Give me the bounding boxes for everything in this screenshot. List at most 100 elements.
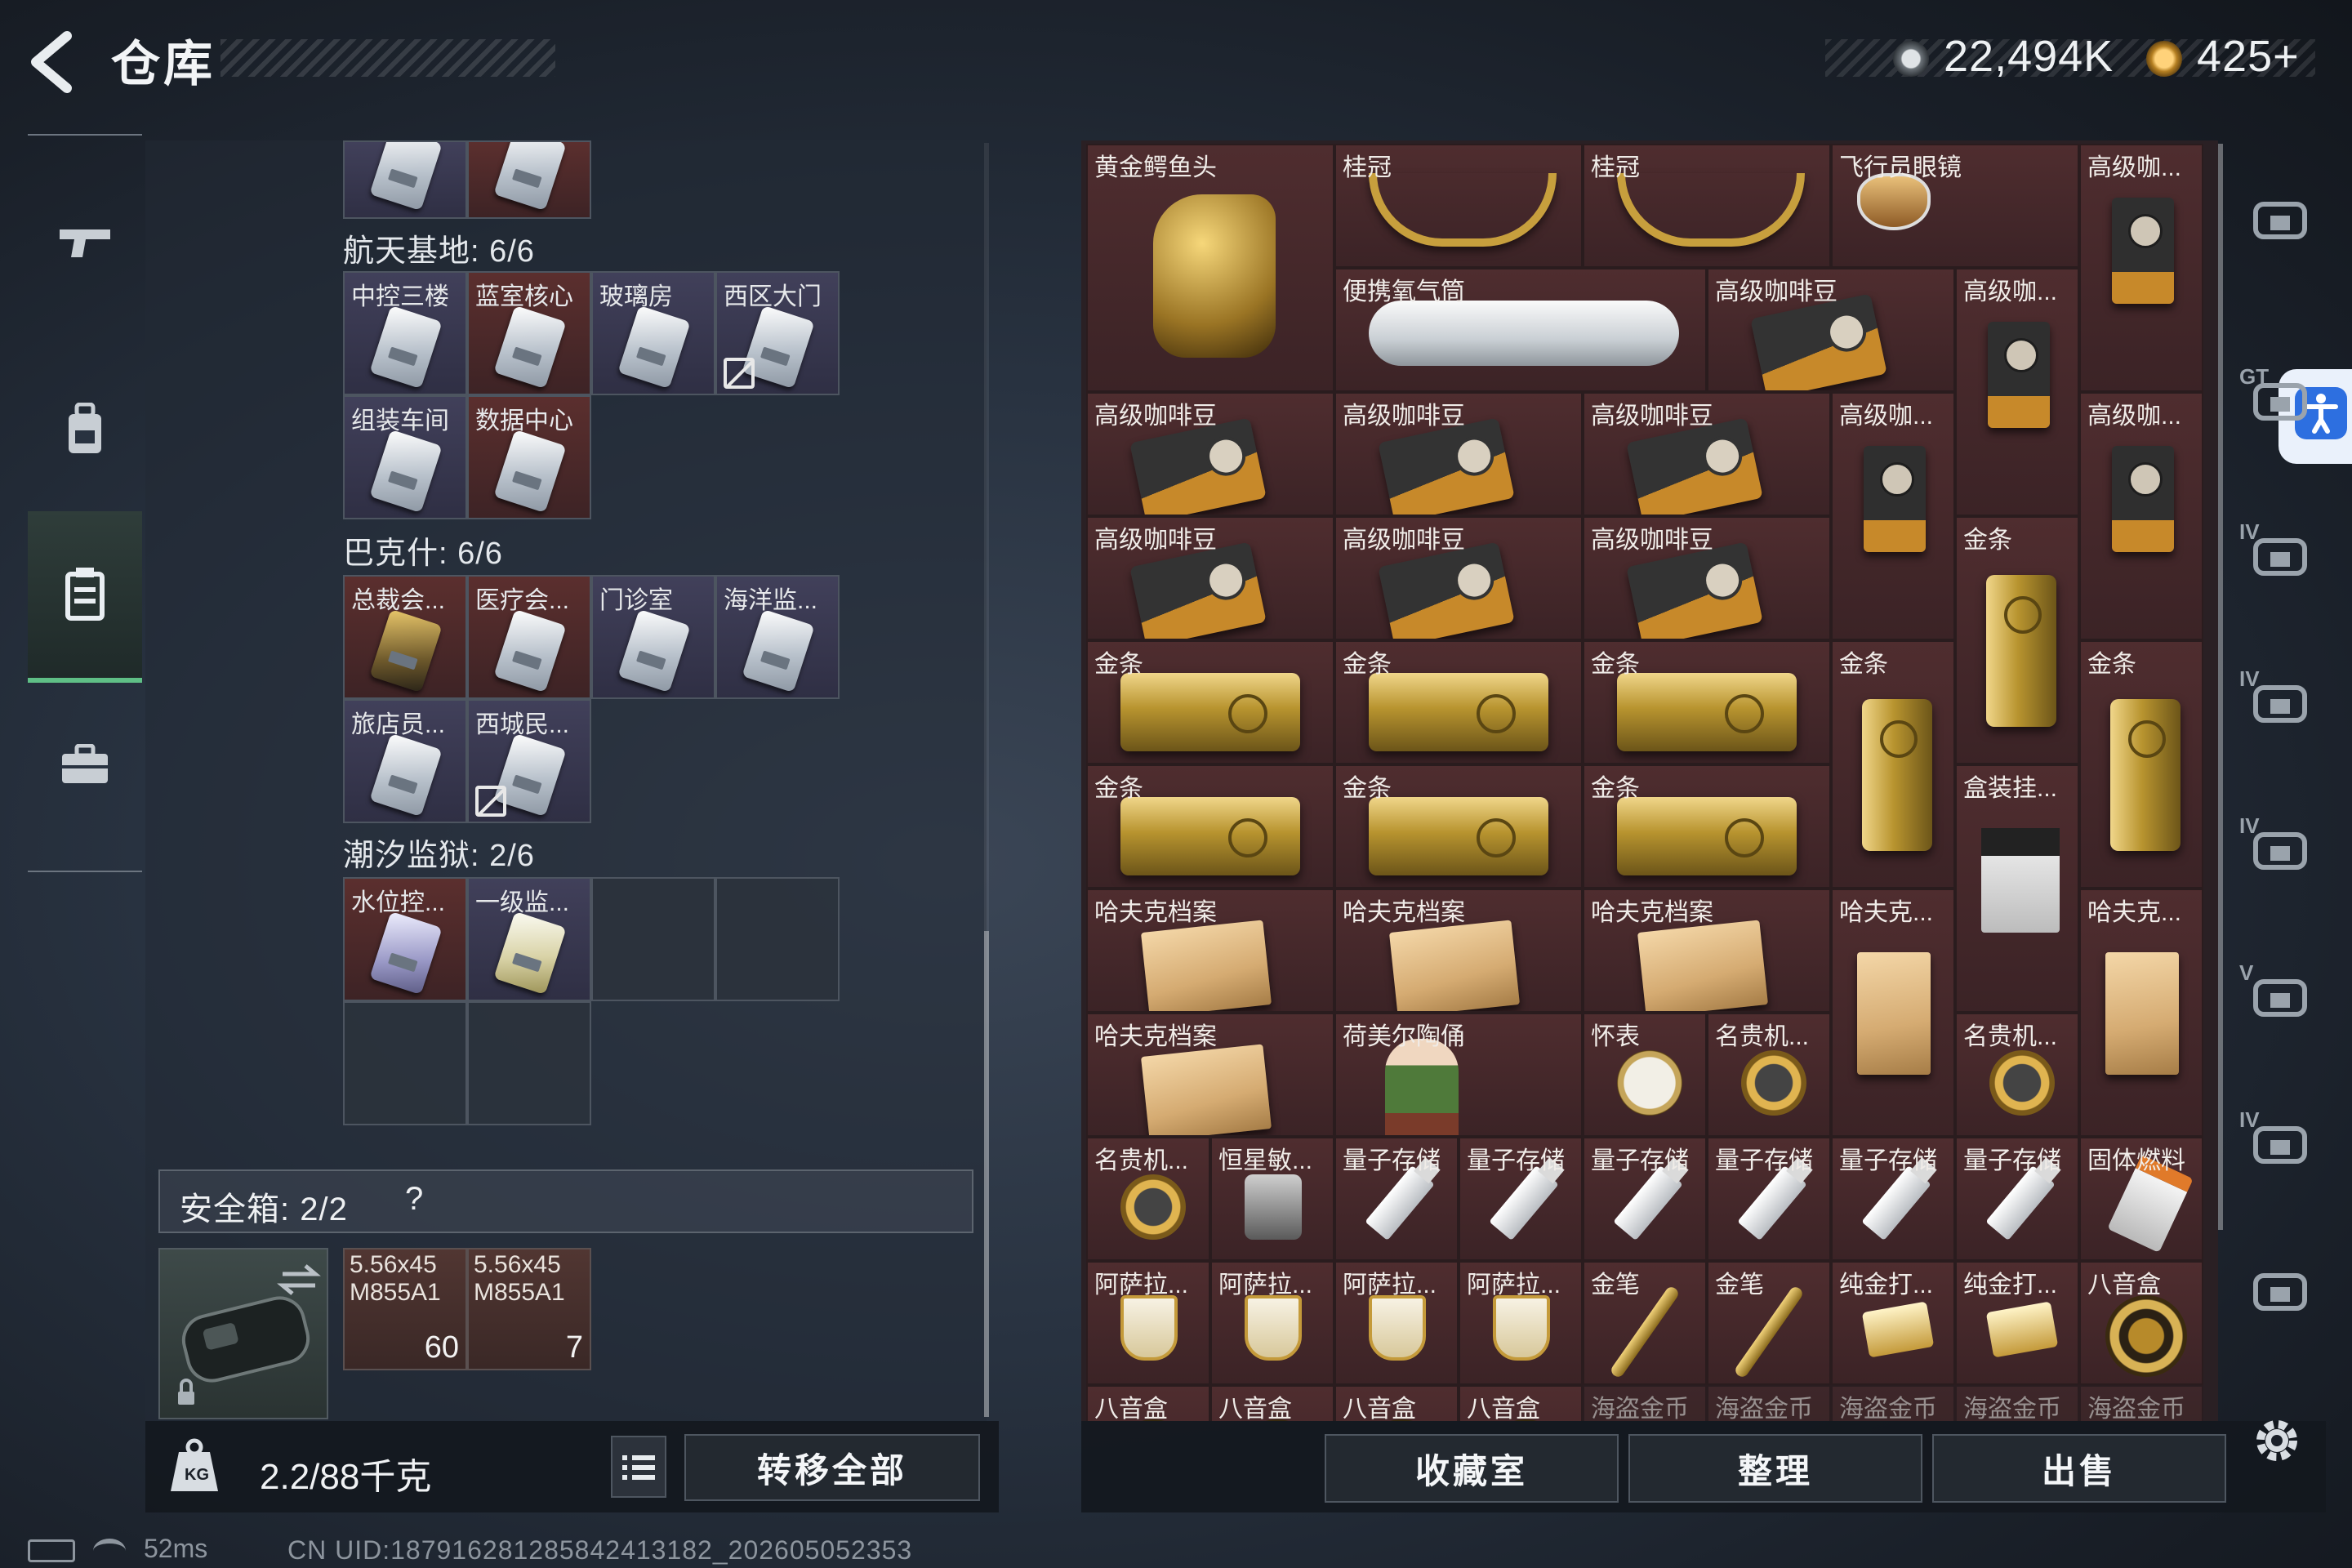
stash-item[interactable]: 海盗金币 [1955,1385,2079,1421]
sell-button[interactable]: 出售 [1932,1434,2226,1503]
sort-button[interactable]: 整理 [1628,1434,1922,1503]
stash-item[interactable]: 八音盒 [1086,1385,1210,1421]
stash-item[interactable]: 高级咖... [2079,144,2203,392]
stash-item[interactable]: 量子存储 [1334,1137,1459,1261]
stash-item[interactable]: 恒星敏... [1210,1137,1334,1261]
stash-item[interactable]: 阿萨拉... [1459,1261,1583,1385]
stash-item[interactable]: 量子存储 [1459,1137,1583,1261]
stash-item[interactable]: 量子存储 [1583,1137,1707,1261]
right-scrollbar[interactable] [2218,144,2223,1230]
stash-item[interactable]: 金条 [1334,640,1583,764]
stash-item[interactable]: 高级咖啡豆 [1334,392,1583,516]
nav-backpack[interactable] [28,372,142,487]
empty-slot[interactable] [591,877,715,1001]
stash-item[interactable]: 海盗金币 [1583,1385,1707,1421]
keycard-slot[interactable]: 蓝室核心 [467,271,591,395]
stash-item[interactable]: 怀表 [1583,1013,1707,1137]
truck-tab[interactable]: IV [2239,519,2313,588]
chest-rig-tab[interactable]: GT [2239,364,2313,433]
stash-item[interactable]: 盒装挂... [1955,764,2079,1013]
list-view-button[interactable] [611,1436,666,1498]
stash-item[interactable]: 量子存储 [1955,1137,2079,1261]
keycard-slot[interactable]: 水位控... [343,877,467,1001]
stash-item[interactable]: 海盗金币 [1707,1385,1831,1421]
left-scrollbar-thumb[interactable] [984,931,989,1417]
stash-item[interactable]: 哈夫克... [1831,889,1955,1137]
stash-item[interactable]: 金条 [1334,764,1583,889]
empty-slot[interactable] [715,877,840,1001]
empty-slot[interactable] [343,1001,467,1125]
stash-item[interactable]: 名贵机... [1707,1013,1831,1137]
stash-item[interactable]: 海盗金币 [2079,1385,2203,1421]
stash-item[interactable]: 桂冠 [1334,144,1583,268]
keycard-slot[interactable]: 组装车间 [343,395,467,519]
camera-tab[interactable]: V [2239,960,2313,1029]
keycard-slot[interactable] [343,140,467,219]
stash-item[interactable]: 高级咖啡豆 [1583,516,1831,640]
keycard-slot[interactable]: 西城民... [467,699,591,823]
stash-item[interactable]: 哈夫克档案 [1334,889,1583,1013]
ammo-slot[interactable]: 5.56x45 M855A1 7 [467,1248,591,1370]
stash-item[interactable]: 哈夫克... [2079,889,2203,1137]
stash-item[interactable]: 哈夫克档案 [1086,1013,1334,1137]
helmet-tab[interactable] [2239,186,2313,252]
stash-item[interactable]: 金笔 [1583,1261,1707,1385]
stash-item[interactable]: 高级咖啡豆 [1086,392,1334,516]
stash-item[interactable]: 量子存储 [1831,1137,1955,1261]
stash-item[interactable]: 高级咖啡豆 [1707,268,1955,392]
stash-item[interactable]: 高级咖啡豆 [1583,392,1831,516]
stash-item[interactable]: 金条 [1583,640,1831,764]
settings-gear-icon[interactable] [2247,1411,2306,1470]
stash-item[interactable]: 荷美尔陶俑 [1334,1013,1583,1137]
stash-item[interactable]: 金条 [1086,764,1334,889]
stash-item[interactable]: 桂冠 [1583,144,1831,268]
camera-gear-tab[interactable] [2239,1258,2313,1323]
stash-item[interactable]: 纯金打... [1955,1261,2079,1385]
medkit-tab[interactable]: IV [2239,813,2313,882]
stash-item[interactable]: 八音盒 [2079,1261,2203,1385]
keycard-slot[interactable]: 总裁会... [343,575,467,699]
keycard-slot[interactable]: 中控三楼 [343,271,467,395]
keycard-slot[interactable]: 旅店员... [343,699,467,823]
stash-item[interactable]: 便携氧气筒 [1334,268,1707,392]
stash-item[interactable]: 名贵机... [1086,1137,1210,1261]
keycard-slot[interactable]: 西区大门 [715,271,840,395]
keycard-slot[interactable]: 数据中心 [467,395,591,519]
camera-gear-tab[interactable]: IV [2239,1107,2313,1176]
collection-room-button[interactable]: 收藏室 [1325,1434,1619,1503]
empty-slot[interactable] [467,1001,591,1125]
help-icon[interactable]: ? [405,1181,423,1218]
stash-item[interactable]: 哈夫克档案 [1583,889,1831,1013]
stash-item[interactable]: 金条 [1583,764,1831,889]
premium-balance[interactable]: 425+ [2197,31,2300,82]
nav-weapons[interactable] [28,201,142,283]
folder-tab[interactable]: IV [2239,666,2313,735]
stash-item[interactable]: 高级咖... [2079,392,2203,640]
stash-item[interactable]: 金条 [1086,640,1334,764]
stash-item[interactable]: 八音盒 [1210,1385,1334,1421]
safe-box-case[interactable] [158,1248,328,1419]
stash-item[interactable]: 金条 [1955,516,2079,764]
stash-item[interactable]: 金条 [2079,640,2203,889]
stash-item[interactable]: 量子存储 [1707,1137,1831,1261]
keycard-slot[interactable]: 海洋监... [715,575,840,699]
stash-item[interactable]: 固体燃料 [2079,1137,2203,1261]
stash-item[interactable]: 高级咖啡豆 [1086,516,1334,640]
stash-item[interactable]: 高级咖啡豆 [1334,516,1583,640]
stash-item[interactable]: 阿萨拉... [1210,1261,1334,1385]
keycard-slot[interactable]: 医疗会... [467,575,591,699]
stash-grid[interactable]: 黄金鳄鱼头 桂冠 桂冠 飞行员眼镜 高级咖... 便携氧气筒 高级咖啡豆 高级咖... 高级咖啡… [1086,144,2203,1421]
stash-item[interactable]: 哈夫克档案 [1086,889,1334,1013]
keycard-slot[interactable]: 一级监... [467,877,591,1001]
nav-container[interactable] [28,511,142,683]
stash-item[interactable]: 黄金鳄鱼头 [1086,144,1334,392]
ammo-slot[interactable]: 5.56x45 M855A1 60 [343,1248,467,1370]
keycard-slot[interactable] [467,140,591,219]
stash-item[interactable]: 金条 [1831,640,1955,889]
keycard-slot[interactable]: 门诊室 [591,575,715,699]
stash-item[interactable]: 海盗金币 [1831,1385,1955,1421]
keycard-slot[interactable]: 玻璃房 [591,271,715,395]
stash-item[interactable]: 名贵机... [1955,1013,2079,1137]
stash-item[interactable]: 阿萨拉... [1086,1261,1210,1385]
back-arrow-icon[interactable] [24,29,82,95]
